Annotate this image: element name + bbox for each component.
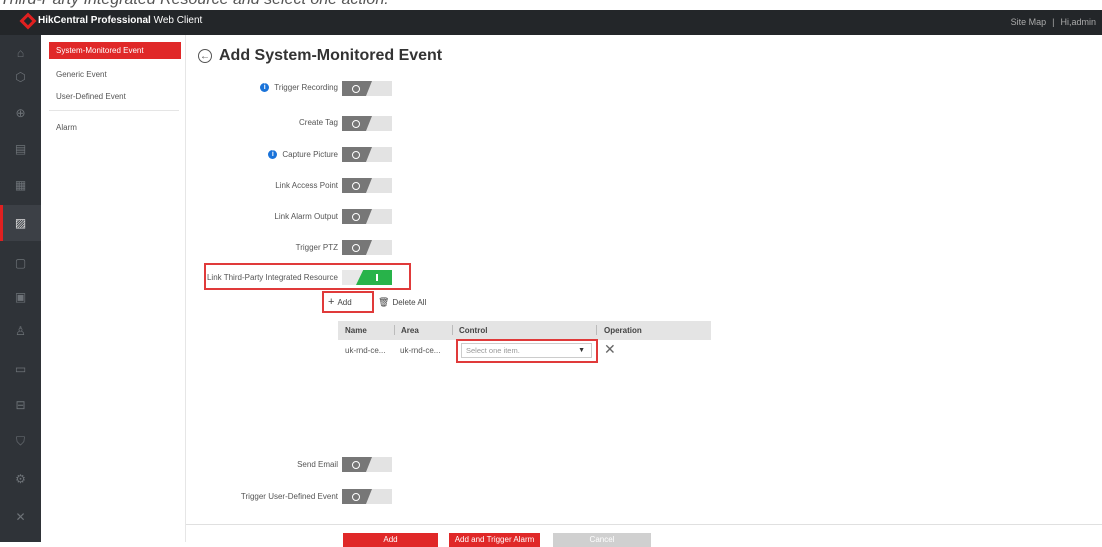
top-bar: HikCentral Professional Web Client Site … [0,10,1102,35]
monitor-icon[interactable]: ▤ [0,131,41,167]
delete-all-label: Delete All [392,298,427,307]
trash-icon: 🗑 [378,297,390,307]
column-separator [452,325,453,335]
create-tag-toggle[interactable] [342,116,392,131]
cell-area: uk-rnd-ce... [400,346,441,355]
column-separator [394,325,395,335]
info-icon[interactable]: i [268,150,278,159]
add-resource-button[interactable]: + Add [328,296,352,308]
id-card-icon[interactable]: ▭ [0,351,41,387]
capture-picture-text: Capture Picture [282,150,338,159]
column-header-name: Name [345,326,367,335]
chevron-down-icon: ▼ [578,347,585,354]
page-title-text: Add System-Monitored Event [219,47,443,64]
add-and-trigger-alarm-button[interactable]: Add and Trigger Alarm [449,533,540,547]
user-menu[interactable]: Hi,admin [1060,17,1096,27]
column-header-control: Control [459,326,488,335]
sidebar-item-alarm[interactable]: Alarm [49,119,181,136]
column-header-operation: Operation [604,326,642,335]
vehicle-icon[interactable]: ⊟ [0,387,41,423]
info-icon[interactable]: i [260,83,270,92]
event-config-icon[interactable]: ▨ [0,205,41,241]
separator: | [1052,17,1055,27]
app-title: HikCentral Professional Web Client [38,15,202,26]
link-access-point-label: Link Access Point [275,181,338,190]
document-icon[interactable]: ▢ [0,245,41,281]
calendar-icon[interactable]: ▣ [0,279,41,315]
person-icon[interactable]: ♙ [0,313,41,349]
app-title-suffix: Web Client [150,15,203,26]
gear-icon[interactable]: ⚙ [0,461,41,497]
link-alarm-output-toggle[interactable] [342,209,392,224]
link-third-party-label: Link Third-Party Integrated Resource [206,273,338,282]
sidebar-item-user-defined-event[interactable]: User-Defined Event [49,88,181,105]
page-title: ← Add System-Monitored Event [198,47,442,65]
cube-icon[interactable]: ⬡ [0,59,41,95]
sidebar: System-Monitored Event Generic Event Use… [41,35,186,542]
sidebar-item-system-monitored-event[interactable]: System-Monitored Event [49,42,181,59]
trigger-recording-toggle[interactable] [342,81,392,96]
sidebar-item-generic-event[interactable]: Generic Event [49,66,181,83]
cell-name: uk-rnd-ce... [345,346,386,355]
list-icon[interactable]: ▦ [0,167,41,203]
link-alarm-output-label: Link Alarm Output [274,212,338,221]
send-email-label: Send Email [297,460,338,469]
trigger-recording-label: i Trigger Recording [260,83,338,92]
trigger-ptz-toggle[interactable] [342,240,392,255]
column-separator [596,325,597,335]
top-right-links: Site Map | Hi,admin [1011,17,1096,27]
cancel-button[interactable]: Cancel [553,533,651,547]
capture-picture-label: i Capture Picture [268,150,338,159]
add-button[interactable]: Add [343,533,438,547]
control-select-placeholder: Select one item. [466,346,520,355]
shield-icon[interactable]: ⛉ [0,423,41,459]
hik-logo-icon [19,12,37,30]
trigger-ptz-label: Trigger PTZ [295,243,338,252]
add-resource-label: Add [337,297,352,307]
sidebar-divider [49,110,179,111]
globe-icon[interactable]: ⊕ [0,95,41,131]
column-header-area: Area [401,326,419,335]
control-select[interactable]: Select one item. ▼ [461,343,592,358]
trigger-recording-text: Trigger Recording [274,83,338,92]
app-title-bold: HikCentral Professional [38,15,151,26]
site-map-link[interactable]: Site Map [1011,17,1047,27]
create-tag-label: Create Tag [299,118,338,127]
close-icon[interactable]: ✕ [604,342,616,356]
tools-icon[interactable]: ✕ [0,499,41,535]
delete-all-button[interactable]: 🗑 Delete All [378,297,426,308]
module-icon-bar: ⌂ ⬡ ⊕ ▤ ▦ ▨ ▢ ▣ ♙ ▭ ⊟ ⛉ ⚙ ✕ [0,35,41,542]
trigger-user-defined-toggle[interactable] [342,489,392,504]
back-arrow-icon[interactable]: ← [198,49,212,63]
link-third-party-toggle[interactable] [342,270,392,285]
instruction-caption: Third-Party Integrated Resource and sele… [0,0,1102,10]
link-access-point-toggle[interactable] [342,178,392,193]
resource-table-header: Name Area Control Operation [338,321,711,340]
send-email-toggle[interactable] [342,457,392,472]
trigger-user-defined-label: Trigger User-Defined Event [240,492,338,501]
plus-icon: + [328,296,335,308]
capture-picture-toggle[interactable] [342,147,392,162]
